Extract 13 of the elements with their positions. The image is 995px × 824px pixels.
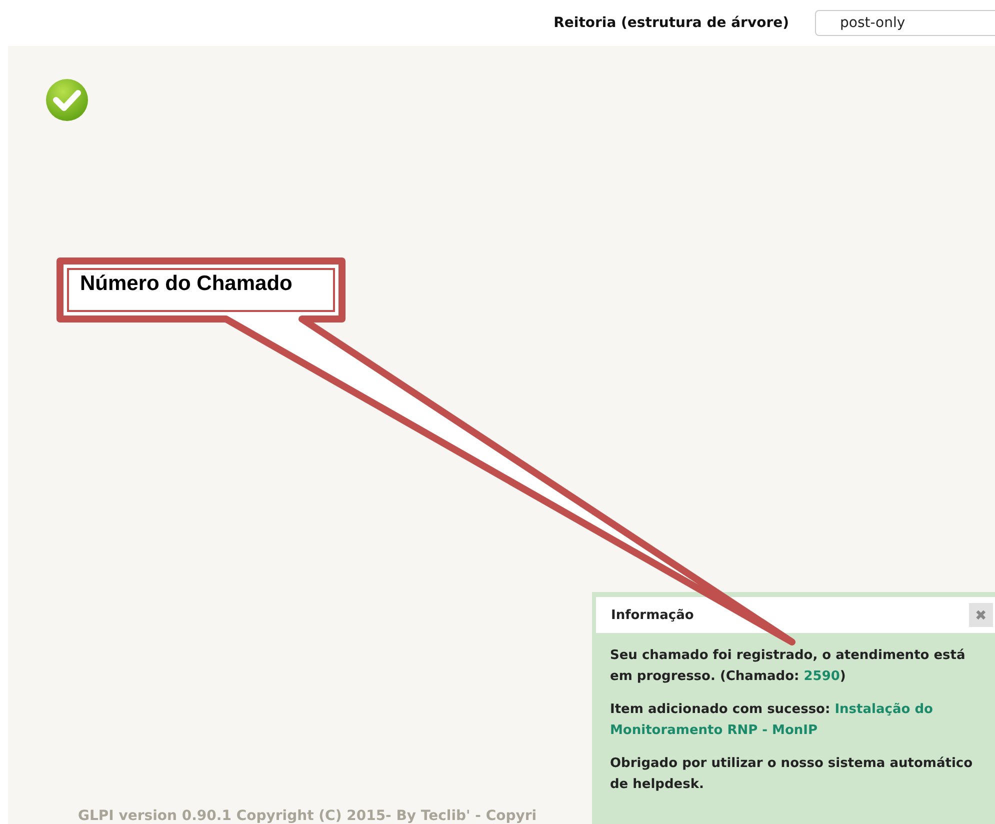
checkmark-icon bbox=[45, 78, 89, 122]
ticket-link[interactable]: 2590 bbox=[804, 669, 840, 684]
message-text: Item adicionado com sucesso: Instalação do Monitoramento RNP - MonIP bbox=[610, 701, 934, 740]
ticket-link[interactable]: Instalação do bbox=[834, 702, 933, 717]
close-button[interactable]: ✖ bbox=[969, 603, 993, 627]
entity-label: Reitoria (estrutura de árvore) bbox=[554, 15, 789, 31]
ticket-link[interactable]: Monitoramento RNP - MonIP bbox=[610, 723, 818, 738]
message-text: Obrigado por utilizar o nosso sistema automático de helpdesk. bbox=[610, 755, 974, 794]
callout-label: Número do Chamado bbox=[80, 272, 292, 296]
panel-title: Informação bbox=[611, 608, 694, 622]
message-text: Seu chamado foi registrado, o atendimento está em progresso. (Chamado: 2590) bbox=[610, 647, 966, 686]
profile-select[interactable]: post-only bbox=[815, 10, 995, 36]
footer-text: GLPI version 0.90.1 Copyright (C) 2015- By Teclib' - Copyri bbox=[77, 808, 538, 824]
